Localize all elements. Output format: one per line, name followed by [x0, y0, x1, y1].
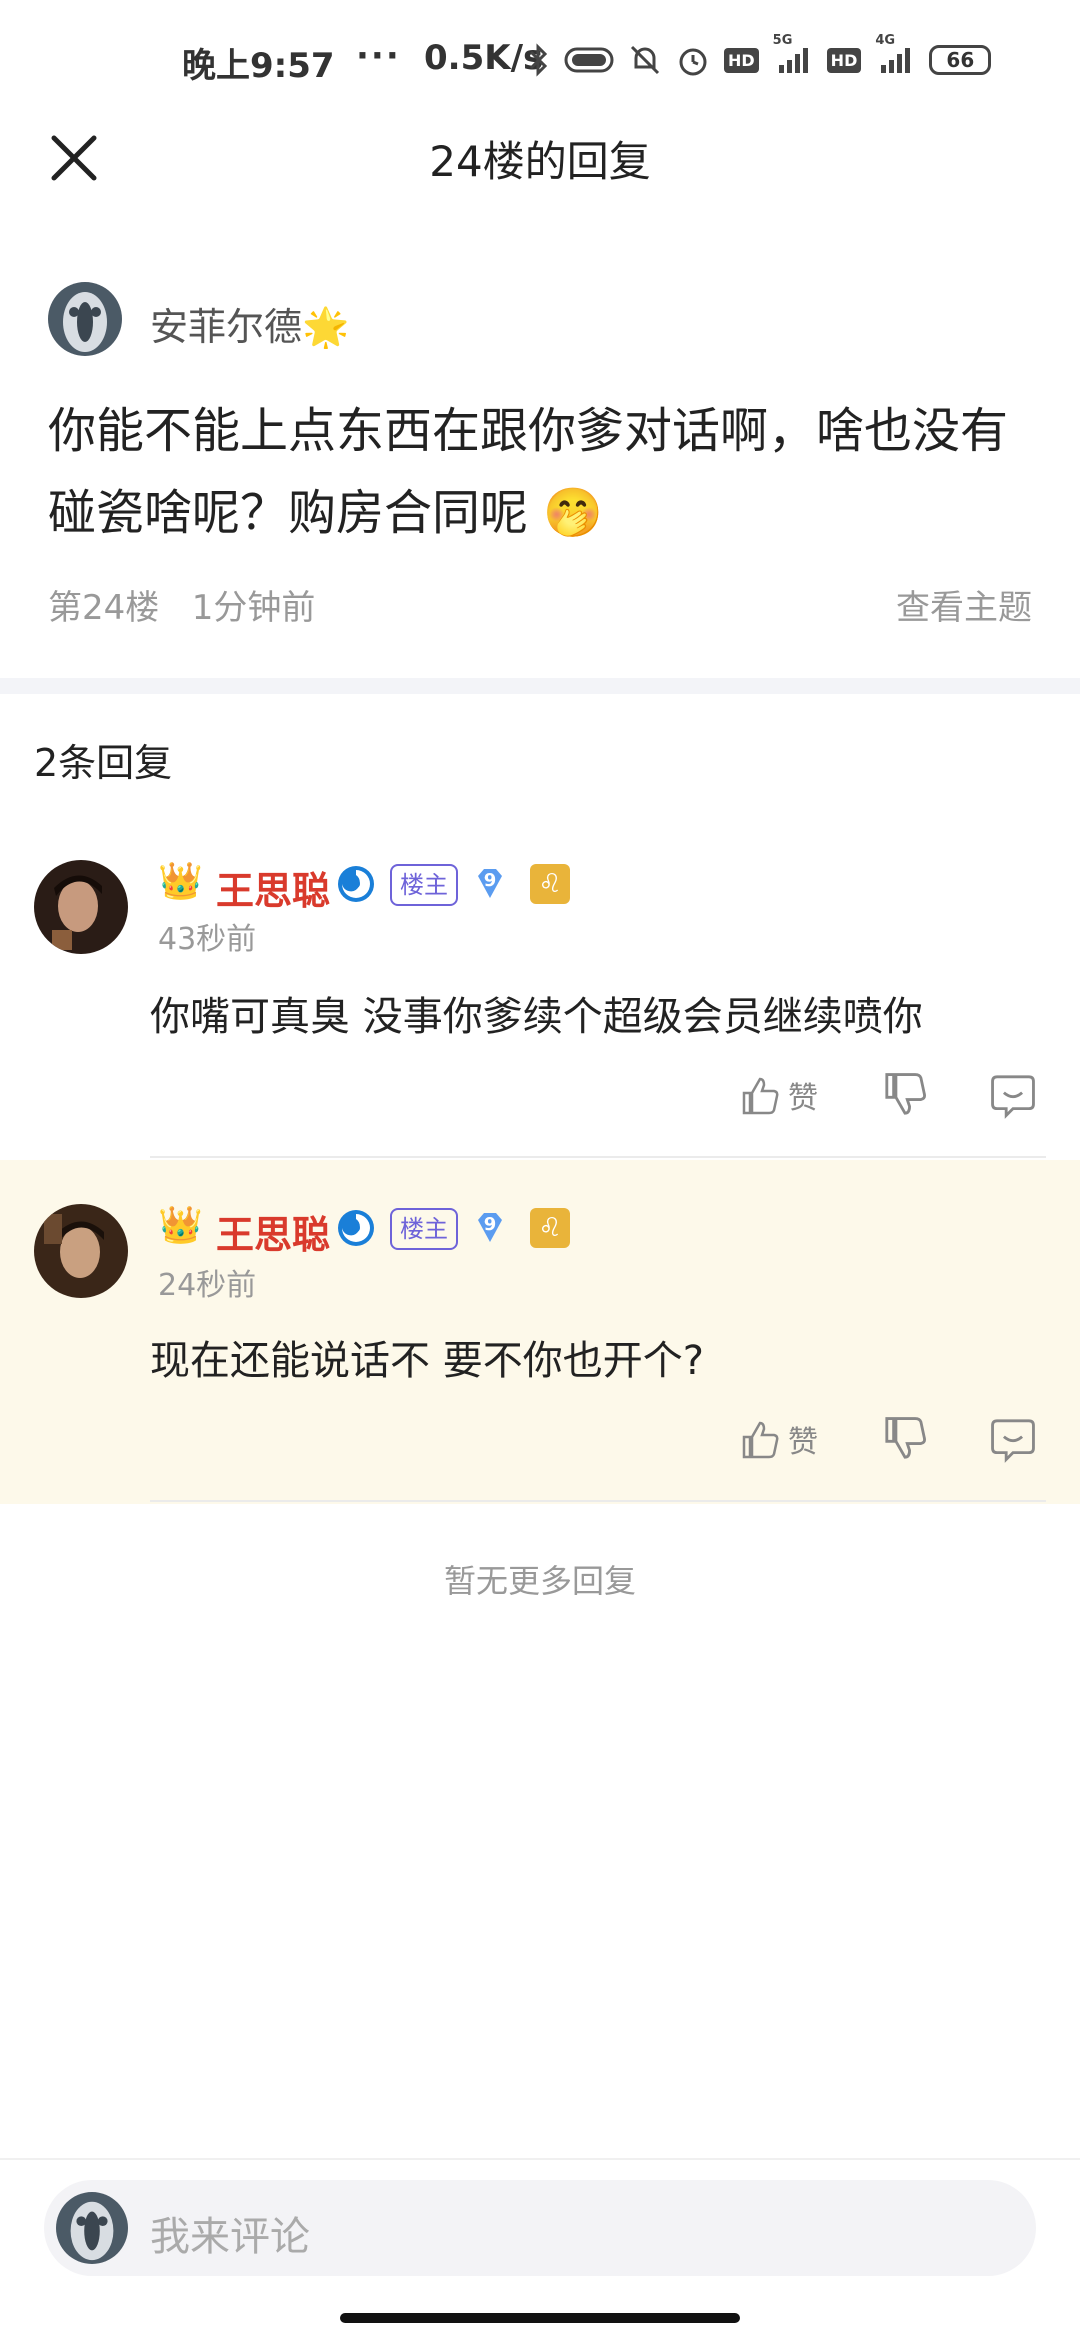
reply-text: 你嘴可真臭 没事你爹续个超级会员继续喷你 — [150, 994, 923, 1040]
hd-icon: HD — [724, 47, 759, 73]
status-time: 晚上9:57 — [182, 46, 335, 86]
crown-icon: 👑 — [158, 1205, 203, 1246]
section-divider — [0, 678, 1080, 694]
like-label: 赞 — [788, 1081, 818, 1116]
op-content-text: 你能不能上点东西在跟你爹对话啊，啥也没有碰瓷啥呢？购房合同呢 — [48, 403, 1009, 541]
reply-time: 43秒前 — [158, 922, 257, 957]
comment-input[interactable]: 我来评论 — [44, 2180, 1036, 2276]
battery-icon: 66 — [929, 45, 992, 75]
header: 24楼的回复 — [0, 120, 1080, 200]
my-avatar — [56, 2192, 128, 2264]
battery-level: 66 — [946, 48, 975, 72]
crown-icon: 👑 — [158, 861, 203, 902]
op-time: 1分钟前 — [191, 588, 316, 628]
reply-avatar[interactable] — [34, 1204, 128, 1298]
reply-count: 2条回复 — [34, 741, 173, 785]
op-author-name: 安菲尔德 — [150, 305, 303, 349]
toggle-icon — [564, 47, 614, 73]
thumb-down-icon[interactable] — [880, 1070, 930, 1120]
signal-4g-icon: 4G — [875, 33, 915, 75]
signal-5g-icon: 5G — [773, 33, 813, 75]
like-label: 赞 — [788, 1425, 818, 1460]
reply-author-name[interactable]: 王思聪 — [216, 860, 330, 915]
zodiac-icon: ♌ — [530, 1208, 570, 1248]
status-more-dots: ··· — [356, 36, 401, 76]
emoji-icon: 🤭 — [543, 485, 604, 541]
reply-avatar[interactable] — [34, 860, 128, 954]
comment-placeholder: 我来评论 — [150, 2214, 310, 2260]
op-badge: 楼主 — [390, 864, 458, 906]
alarm-icon — [679, 48, 707, 76]
swirl-badge-icon — [338, 866, 374, 902]
op-author[interactable]: 安菲尔德🌟 — [150, 296, 349, 351]
thumb-down-icon[interactable] — [880, 1414, 930, 1464]
reply-time: 24秒前 — [158, 1268, 257, 1303]
op-badge: 楼主 — [390, 1208, 458, 1250]
level-number: 9 — [483, 870, 497, 891]
hd-icon-2: HD — [826, 47, 862, 73]
mute-bell-icon — [630, 45, 660, 75]
op-floor: 第24楼 — [48, 588, 160, 628]
status-bar: 晚上9:57 ··· 0.5K/s HD 5G HD 4G 66 — [0, 0, 1080, 120]
reply-item: 👑 王思聪 楼主 9 ♌ 43秒前 你嘴可真臭 没事你爹续个超级会员继续喷你 赞 — [0, 840, 1080, 1160]
star-icon: 🌟 — [302, 305, 350, 349]
op-avatar[interactable] — [48, 282, 122, 356]
thumb-up-icon — [742, 1421, 779, 1459]
op-content: 你能不能上点东西在跟你爹对话啊，啥也没有碰瓷啥呢？购房合同呢 🤭 — [48, 390, 1038, 554]
reply-text: 现在还能说话不 要不你也开个? — [150, 1338, 704, 1384]
status-icons: HD 5G HD 4G 66 — [528, 33, 992, 80]
status-net-speed: 0.5K/s — [424, 38, 544, 78]
thumb-up-icon — [742, 1077, 779, 1115]
reply-separator — [150, 1156, 1046, 1158]
reply-separator — [150, 1500, 1046, 1502]
no-more-replies: 暂无更多回复 — [443, 1562, 636, 1600]
swirl-badge-icon — [338, 1210, 374, 1246]
reply-author-name[interactable]: 王思聪 — [216, 1204, 330, 1259]
zodiac-icon: ♌ — [530, 864, 570, 904]
op-meta: 第24楼 1分钟前 — [48, 580, 315, 629]
reply-item-highlighted: 👑 王思聪 楼主 9 ♌ 24秒前 现在还能说话不 要不你也开个? 赞 — [0, 1160, 1080, 1504]
home-indicator[interactable] — [340, 2313, 740, 2323]
bottom-separator — [0, 2158, 1080, 2160]
comment-icon[interactable] — [988, 1414, 1038, 1464]
like-button[interactable]: 赞 — [738, 1414, 828, 1464]
page-title: 24楼的回复 — [429, 137, 651, 186]
comment-icon[interactable] — [988, 1070, 1038, 1120]
level-number: 9 — [483, 1214, 497, 1235]
view-topic-link[interactable]: 查看主题 — [896, 580, 1032, 629]
like-button[interactable]: 赞 — [738, 1070, 828, 1120]
bluetooth-icon — [529, 43, 548, 77]
